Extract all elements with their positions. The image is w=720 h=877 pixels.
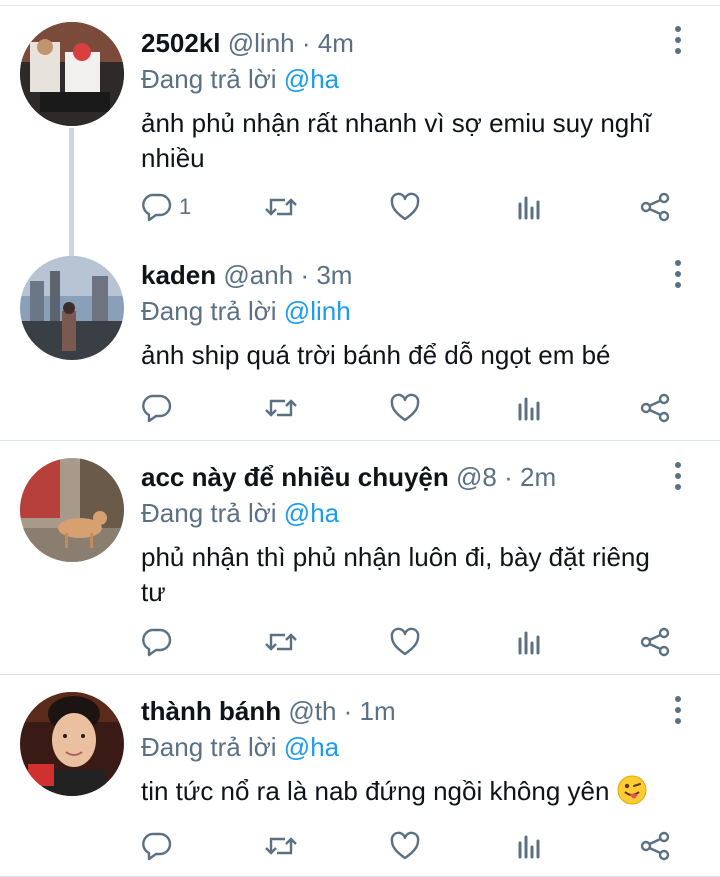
replying-to: Đang trả lời @ha [141, 498, 660, 528]
retweet-button[interactable] [263, 388, 299, 428]
timestamp[interactable]: 1m [360, 696, 396, 726]
reply-icon [141, 192, 173, 222]
reply-icon [141, 627, 173, 657]
thread-line [69, 128, 74, 256]
timestamp[interactable]: 2m [520, 462, 556, 492]
retweet-button[interactable] [263, 826, 299, 866]
analytics-icon [515, 192, 545, 222]
like-button[interactable] [389, 622, 421, 662]
share-button[interactable] [639, 622, 671, 662]
display-name[interactable]: thành bánh [141, 696, 281, 726]
share-icon [639, 831, 671, 861]
reply-button[interactable] [141, 826, 179, 866]
separator: · [300, 260, 310, 290]
retweet-icon [263, 831, 299, 861]
handle[interactable]: @linh [228, 28, 295, 58]
mention-link[interactable]: @ha [284, 498, 339, 528]
like-button[interactable] [389, 388, 421, 428]
views-button[interactable] [515, 187, 545, 227]
analytics-icon [515, 393, 545, 423]
avatar[interactable] [20, 256, 124, 360]
mention-link[interactable]: @linh [284, 296, 351, 326]
reply-count: 1 [179, 194, 192, 219]
more-icon[interactable] [668, 20, 688, 60]
tweet-4[interactable]: thành bánh @th · 1m Đang trả lời @ha tin… [0, 675, 720, 875]
action-bar: 1 [141, 187, 701, 227]
handle[interactable]: @anh [223, 260, 293, 290]
share-button[interactable] [639, 826, 671, 866]
retweet-button[interactable] [263, 622, 299, 662]
tweet-header: 2502kl @linh · 4m [141, 28, 660, 58]
reply-button[interactable]: 1 [141, 187, 191, 227]
share-icon [639, 627, 671, 657]
action-bar [141, 826, 701, 866]
display-name[interactable]: acc này để nhiều chuyện [141, 462, 449, 492]
retweet-icon [263, 192, 299, 222]
reply-button[interactable] [141, 622, 179, 662]
tweet-text-content: tin tức nổ ra là nab đứng ngồi không yên [141, 776, 610, 806]
replying-to-label: Đang trả lời [141, 64, 277, 94]
separator: · [343, 696, 353, 726]
avatar[interactable] [20, 458, 124, 562]
tweet-2[interactable]: kaden @anh · 3m Đang trả lời @linh ảnh s… [0, 240, 720, 440]
share-icon [639, 192, 671, 222]
reply-icon [141, 393, 173, 423]
retweet-icon [263, 393, 299, 423]
replying-to: Đang trả lời @ha [141, 732, 660, 762]
retweet-icon [263, 627, 299, 657]
reply-button[interactable] [141, 388, 179, 428]
more-icon[interactable] [668, 254, 688, 294]
analytics-icon [515, 831, 545, 861]
tweet-header: kaden @anh · 3m [141, 260, 660, 290]
replying-to: Đang trả lời @linh [141, 296, 660, 326]
tweet-header: acc này để nhiều chuyện @8 · 2m [141, 462, 660, 492]
views-button[interactable] [515, 826, 545, 866]
share-button[interactable] [639, 388, 671, 428]
heart-icon [389, 393, 421, 423]
replying-to: Đang trả lời @ha [141, 64, 660, 94]
like-button[interactable] [389, 187, 421, 227]
display-name[interactable]: 2502kl [141, 28, 221, 58]
winking-tongue-emoji-icon [617, 775, 647, 805]
more-icon[interactable] [668, 456, 688, 496]
timestamp[interactable]: 4m [318, 28, 354, 58]
replying-to-label: Đang trả lời [141, 498, 277, 528]
tweet-header: thành bánh @th · 1m [141, 696, 660, 726]
action-bar [141, 388, 701, 428]
reply-icon [141, 831, 173, 861]
more-icon[interactable] [668, 690, 688, 730]
replying-to-label: Đang trả lời [141, 732, 277, 762]
share-button[interactable] [639, 187, 671, 227]
display-name[interactable]: kaden [141, 260, 216, 290]
heart-icon [389, 192, 421, 222]
tweet-3[interactable]: acc này để nhiều chuyện @8 · 2m Đang trả… [0, 441, 720, 674]
action-bar [141, 622, 701, 662]
handle[interactable]: @8 [456, 462, 497, 492]
heart-icon [389, 627, 421, 657]
share-icon [639, 393, 671, 423]
mention-link[interactable]: @ha [284, 64, 339, 94]
avatar[interactable] [20, 692, 124, 796]
mention-link[interactable]: @ha [284, 732, 339, 762]
avatar[interactable] [20, 22, 124, 126]
like-button[interactable] [389, 826, 421, 866]
views-button[interactable] [515, 388, 545, 428]
heart-icon [389, 831, 421, 861]
tweet-text: tin tức nổ ra là nab đứng ngồi không yên [141, 774, 660, 809]
analytics-icon [515, 627, 545, 657]
separator: · [301, 28, 311, 58]
tweet-text: ảnh phủ nhận rất nhanh vì sợ emiu suy ng… [141, 108, 651, 173]
retweet-button[interactable] [263, 187, 299, 227]
tweet-text: phủ nhận thì phủ nhận luôn đi, bày đặt r… [141, 542, 650, 607]
tweet-text: ảnh ship quá trời bánh để dỗ ngọt em bé [141, 340, 611, 370]
separator: · [504, 462, 513, 492]
views-button[interactable] [515, 622, 545, 662]
timestamp[interactable]: 3m [316, 260, 352, 290]
replying-to-label: Đang trả lời [141, 296, 277, 326]
handle[interactable]: @th [288, 696, 336, 726]
